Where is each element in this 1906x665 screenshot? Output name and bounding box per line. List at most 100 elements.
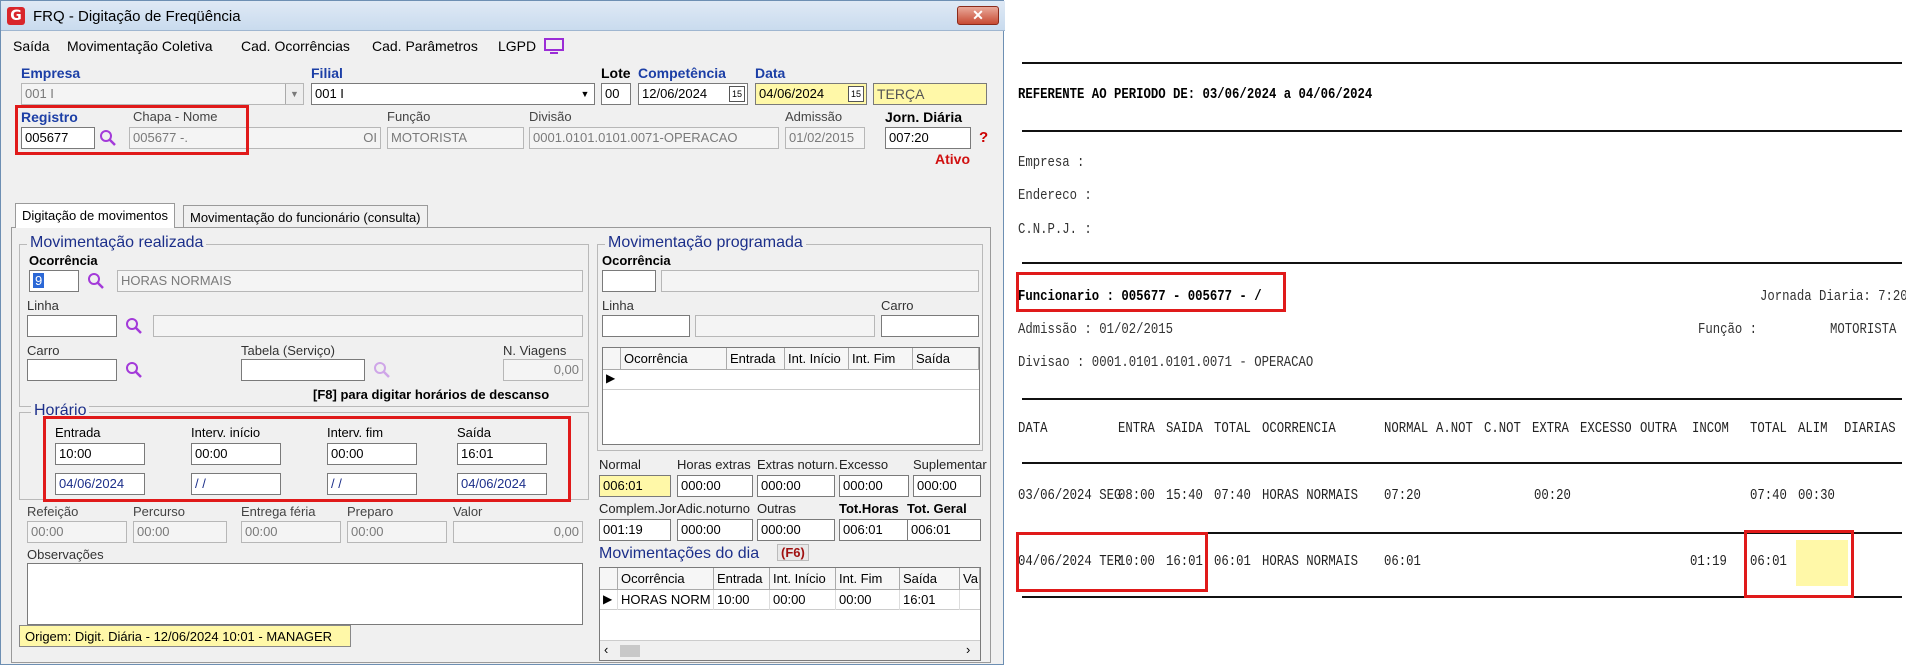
prog-carro-input[interactable] [881,315,979,337]
lote-input[interactable]: 00 [601,83,631,105]
lote-label: Lote [601,65,631,81]
search-icon[interactable] [125,361,143,379]
table-row[interactable]: ▶ HORAS NORM 10:00 00:00 00:00 16:01 [600,590,980,610]
search-icon[interactable] [87,272,105,290]
report-endereco: Endereco : [1018,187,1092,204]
programada-grid[interactable]: Ocorrência Entrada Int. Início Int. Fim … [602,347,980,445]
f6-shortcut[interactable]: (F6) [777,544,809,561]
dia-title: Movimentações do dia [599,545,760,562]
frequency-window: G FRQ - Digitação de Freqüência ✕ Saída … [0,0,1005,665]
carro-label: Carro [27,343,60,358]
menu-movimentacao-coletiva[interactable]: Movimentação Coletiva [67,38,213,54]
chevron-down-icon[interactable]: ▼ [285,84,303,104]
normal-label: Normal [599,457,641,472]
report-cell-saida: 15:40 [1166,487,1203,504]
highlight-registro [15,105,249,155]
suplementar-value: 000:00 [913,475,981,497]
tot-geral-value: 006:01 [907,519,981,541]
data-input[interactable]: 04/06/2024 15 [755,83,867,105]
highlight-report-totals [1744,530,1854,598]
report-col-header: NORMAL [1384,420,1429,437]
col-saida: Saída [913,348,979,370]
title-bar: G FRQ - Digitação de Freqüência ✕ [1,1,1005,31]
report-cell-extra: 00:20 [1534,487,1571,504]
adic-noturno-value: 000:00 [677,519,753,541]
report-cell-ocorr: HORAS NORMAIS [1262,553,1358,570]
status-label: Ativo [935,151,970,167]
tab-movimentacao-consulta[interactable]: Movimentação do funcionário (consulta) [183,205,428,228]
menu-cad-ocorrencias[interactable]: Cad. Ocorrências [241,38,350,54]
menu-lgpd[interactable]: LGPD [498,38,536,54]
divisao-display: 0001.0101.0101.0071-OPERACAO [529,127,779,149]
tab-digitacao[interactable]: Digitação de movimentos [15,203,175,228]
report-funcao-value: MOTORISTA [1830,321,1897,338]
table-row[interactable]: ▶ [603,370,979,390]
tabela-input[interactable] [241,359,365,381]
linha-input[interactable] [27,315,117,337]
report-jornada: Jornada Diaria: 7:20 [1760,288,1906,305]
percurso-input[interactable]: 00:00 [133,521,227,543]
report-cell-data: 03/06/2024 SEG [1018,487,1122,504]
tot-horas-label: Tot.Horas [839,501,899,516]
jornada-input[interactable]: 007:20 [885,127,971,149]
dia-grid[interactable]: Ocorrência Entrada Int. Início Int. Fim … [599,567,981,661]
scroll-right-icon[interactable]: › [966,642,970,657]
excesso-label: Excesso [839,457,889,472]
suplementar-label: Suplementar [913,457,987,472]
report-empresa: Empresa : [1018,154,1085,171]
chevron-down-icon[interactable]: ▼ [576,84,594,104]
calendar-icon[interactable]: 15 [848,86,864,102]
report-cell-normal: 07:20 [1384,487,1421,504]
admissao-display: 01/02/2015 [785,127,865,149]
scroll-left-icon[interactable]: ‹ [604,642,608,657]
extras-noturn-value: 000:00 [757,475,835,497]
search-icon[interactable] [373,361,391,379]
calendar-icon[interactable]: 15 [729,86,745,102]
jornada-label: Jorn. Diária [885,109,963,125]
search-icon[interactable] [125,317,143,335]
preparo-input[interactable]: 00:00 [347,521,447,543]
menu-saida[interactable]: Saída [13,38,50,54]
row-pointer-icon: ▶ [606,371,616,385]
help-icon[interactable]: ? [979,129,988,146]
report-col-header: OCORRENCIA [1262,420,1336,437]
report-col-header: EXCESSO [1580,420,1632,437]
competencia-input[interactable]: 12/06/2024 15 [638,83,748,105]
col-int-inicio: Int. Início [785,348,849,370]
report-col-header: TOTAL [1750,420,1787,437]
horizontal-scrollbar[interactable]: ‹ › [600,640,980,660]
valor-input[interactable]: 0,00 [453,521,583,543]
observacoes-textarea[interactable] [27,563,583,625]
programada-title: Movimentação programada [605,234,806,252]
ocorrencia-label: Ocorrência [29,253,98,268]
menu-bar: Saída Movimentação Coletiva Cad. Ocorrên… [1,35,1005,57]
monitor-icon[interactable] [543,37,565,55]
funcao-display: MOTORISTA [387,127,524,149]
report-col-header: TOTAL [1214,420,1251,437]
refeicao-input[interactable]: 00:00 [27,521,127,543]
menu-cad-parametros[interactable]: Cad. Parâmetros [372,38,478,54]
prog-carro-label: Carro [881,298,914,313]
report-cell-normal: 06:01 [1384,553,1421,570]
carro-input[interactable] [27,359,117,381]
app-logo-icon: G [7,7,25,25]
col-int-inicio: Int. Início [770,568,836,590]
prog-ocorrencia-input[interactable] [602,270,656,292]
filial-select[interactable]: 001 I ▼ [311,83,595,105]
tabela-label: Tabela (Serviço) [241,343,335,358]
report-cell-total: 06:01 [1214,553,1251,570]
prog-linha-input[interactable] [602,315,690,337]
report-col-header: C.NOT [1484,420,1521,437]
col-saida: Saída [900,568,960,590]
empresa-select[interactable]: 001 I ▼ [21,83,304,105]
excesso-value: 000:00 [839,475,909,497]
scroll-thumb[interactable] [620,645,640,657]
filial-label: Filial [311,65,343,81]
normal-value: 006:01 [599,475,671,497]
ocorrencia-code-input[interactable]: 9 [29,270,79,292]
close-button[interactable]: ✕ [957,6,999,25]
refeicao-label: Refeição [27,504,79,519]
viagens-input[interactable]: 0,00 [503,359,583,381]
entrega-input[interactable]: 00:00 [241,521,341,543]
highlight-horario [43,416,571,502]
